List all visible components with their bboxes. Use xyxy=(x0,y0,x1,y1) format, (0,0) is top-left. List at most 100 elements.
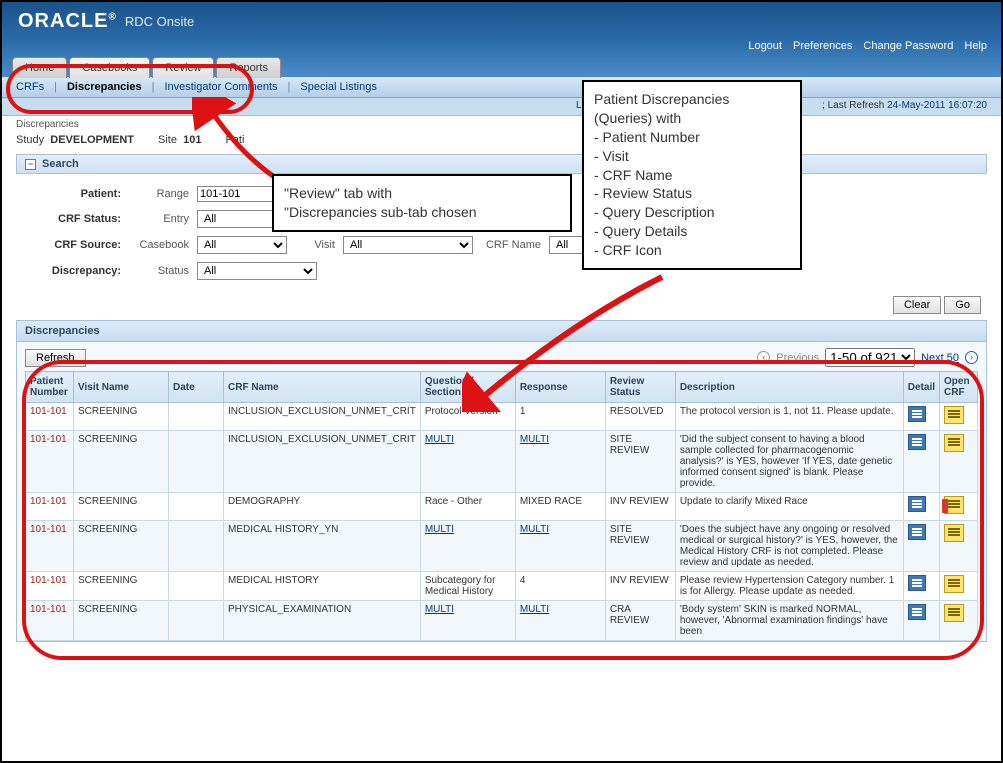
col-response[interactable]: Response xyxy=(515,372,605,403)
date-cell xyxy=(169,431,224,493)
patient-label: Patient: xyxy=(26,188,121,200)
col-patient-number[interactable]: Patient Number xyxy=(26,372,74,403)
logout-link[interactable]: Logout xyxy=(748,40,782,52)
open-crf-icon[interactable] xyxy=(944,496,964,514)
entry-label: Entry xyxy=(129,213,189,225)
subnav-crfs[interactable]: CRFs xyxy=(16,81,44,93)
detail-cell xyxy=(903,431,939,493)
subnav-sep: | xyxy=(54,81,57,93)
detail-icon[interactable] xyxy=(908,524,926,540)
prev-page-icon[interactable]: ‹ xyxy=(757,351,770,364)
panel-title: Discrepancies xyxy=(16,320,987,342)
next-page-link[interactable]: Next 50 xyxy=(921,352,959,364)
preferences-link[interactable]: Preferences xyxy=(793,40,852,52)
table-row: 101-101SCREENING INCLUSION_EXCLUSION_UNME… xyxy=(26,431,978,493)
col-visit-name[interactable]: Visit Name xyxy=(74,372,169,403)
range-label: Range xyxy=(129,188,189,200)
detail-icon[interactable] xyxy=(908,496,926,512)
response-link[interactable]: MULTI xyxy=(520,604,549,615)
crf-name-cell: INCLUSION_EXCLUSION_UNMET_CRIT xyxy=(224,403,421,431)
breadcrumb: Discrepancies xyxy=(2,116,1001,130)
detail-icon[interactable] xyxy=(908,575,926,591)
col-open-crf[interactable]: Open CRF xyxy=(940,372,978,403)
help-link[interactable]: Help xyxy=(964,40,987,52)
crf-name-cell: MEDICAL HISTORY xyxy=(224,572,421,601)
tab-casebooks[interactable]: Casebooks xyxy=(69,57,150,78)
open-crf-cell xyxy=(940,493,978,521)
patient-number-cell: 101-101 xyxy=(26,601,74,641)
subnav-sep: | xyxy=(288,81,291,93)
tab-home[interactable]: Home xyxy=(12,57,67,78)
open-crf-icon[interactable] xyxy=(944,406,964,424)
detail-icon[interactable] xyxy=(908,604,926,620)
tab-reports[interactable]: Reports xyxy=(216,57,281,78)
open-crf-icon[interactable] xyxy=(944,434,964,452)
visit-label: Visit xyxy=(295,239,335,251)
open-crf-cell xyxy=(940,431,978,493)
site-context: Site 101 xyxy=(158,134,201,146)
description-cell: 'Body system' SKIN is marked NORMAL, how… xyxy=(675,601,903,641)
question-cell: MULTI xyxy=(420,431,515,493)
refresh-button[interactable]: Refresh xyxy=(25,349,86,367)
collapse-icon[interactable]: − xyxy=(25,159,36,170)
patient-number-cell: 101-101 xyxy=(26,572,74,601)
detail-icon[interactable] xyxy=(908,434,926,450)
response-link[interactable]: MULTI xyxy=(520,524,549,535)
sub-nav: CRFs | Discrepancies | Investigator Comm… xyxy=(2,77,1001,98)
crf-name-cell: DEMOGRAPHY xyxy=(224,493,421,521)
open-crf-icon[interactable] xyxy=(944,604,964,622)
col-detail[interactable]: Detail xyxy=(903,372,939,403)
casebook-select[interactable]: All xyxy=(197,236,287,254)
open-crf-icon[interactable] xyxy=(944,524,964,542)
status-select[interactable]: All xyxy=(197,262,317,280)
callout-review-tab: "Review" tab with "Discrepancies sub-tab… xyxy=(272,174,572,232)
question-link[interactable]: MULTI xyxy=(425,434,454,445)
table-row: 101-101SCREENINGDEMOGRAPHYRace - OtherMI… xyxy=(26,493,978,521)
tab-review[interactable]: Review xyxy=(152,57,214,78)
date-cell xyxy=(169,403,224,431)
visit-cell: SCREENING xyxy=(74,431,169,493)
table-row: 101-101SCREENINGINCLUSION_EXCLUSION_UNME… xyxy=(26,403,978,431)
col-description[interactable]: Description xyxy=(675,372,903,403)
date-cell xyxy=(169,601,224,641)
table-row: 101-101SCREENINGMEDICAL HISTORY_YNMULTIM… xyxy=(26,521,978,572)
last-refresh-value[interactable]: 24-May-2011 16:07:20 xyxy=(887,100,987,111)
question-cell: Subcategory for Medical History xyxy=(420,572,515,601)
open-crf-cell xyxy=(940,572,978,601)
date-cell xyxy=(169,493,224,521)
subnav-discrepancies[interactable]: Discrepancies xyxy=(67,81,142,93)
question-link[interactable]: MULTI xyxy=(425,604,454,615)
subnav-investigator-comments[interactable]: Investigator Comments xyxy=(164,81,277,93)
patient-number-cell: 101-101 xyxy=(26,521,74,572)
visit-select[interactable]: All xyxy=(343,236,473,254)
clear-button[interactable]: Clear xyxy=(893,296,941,314)
subnav-special-listings[interactable]: Special Listings xyxy=(300,81,376,93)
question-link[interactable]: MULTI xyxy=(425,524,454,535)
col-question-section[interactable]: Question / Section xyxy=(420,372,515,403)
patient-number-cell: 101-101 xyxy=(26,431,74,493)
discrepancy-label: Discrepancy: xyxy=(26,265,121,277)
crf-status-label: CRF Status: xyxy=(26,213,121,225)
next-page-icon[interactable]: › xyxy=(965,351,978,364)
visit-cell: SCREENING xyxy=(74,521,169,572)
page-range-select[interactable]: 1-50 of 921 xyxy=(825,348,915,367)
logo-row: ORACLE® RDC Onsite xyxy=(18,10,985,33)
change-password-link[interactable]: Change Password xyxy=(863,40,953,52)
col-review-status[interactable]: Review Status xyxy=(605,372,675,403)
detail-cell xyxy=(903,521,939,572)
detail-icon[interactable] xyxy=(908,406,926,422)
open-crf-icon[interactable] xyxy=(944,575,964,593)
col-crf-name[interactable]: CRF Name xyxy=(224,372,421,403)
response-cell: MULTI xyxy=(515,521,605,572)
response-link[interactable]: MULTI xyxy=(520,434,549,445)
search-title: Search xyxy=(42,158,79,170)
table-row: 101-101SCREENINGPHYSICAL_EXAMINATIONMULT… xyxy=(26,601,978,641)
description-cell: The protocol version is 1, not 11. Pleas… xyxy=(675,403,903,431)
crf-name-cell: INCLUSION_EXCLUSION_UNMET_CRIT xyxy=(224,431,421,493)
col-date[interactable]: Date xyxy=(169,372,224,403)
question-cell: MULTI xyxy=(420,601,515,641)
previous-label: Previous xyxy=(776,352,819,364)
go-button[interactable]: Go xyxy=(944,296,981,314)
detail-cell xyxy=(903,572,939,601)
crf-name-label: CRF Name xyxy=(481,239,541,251)
